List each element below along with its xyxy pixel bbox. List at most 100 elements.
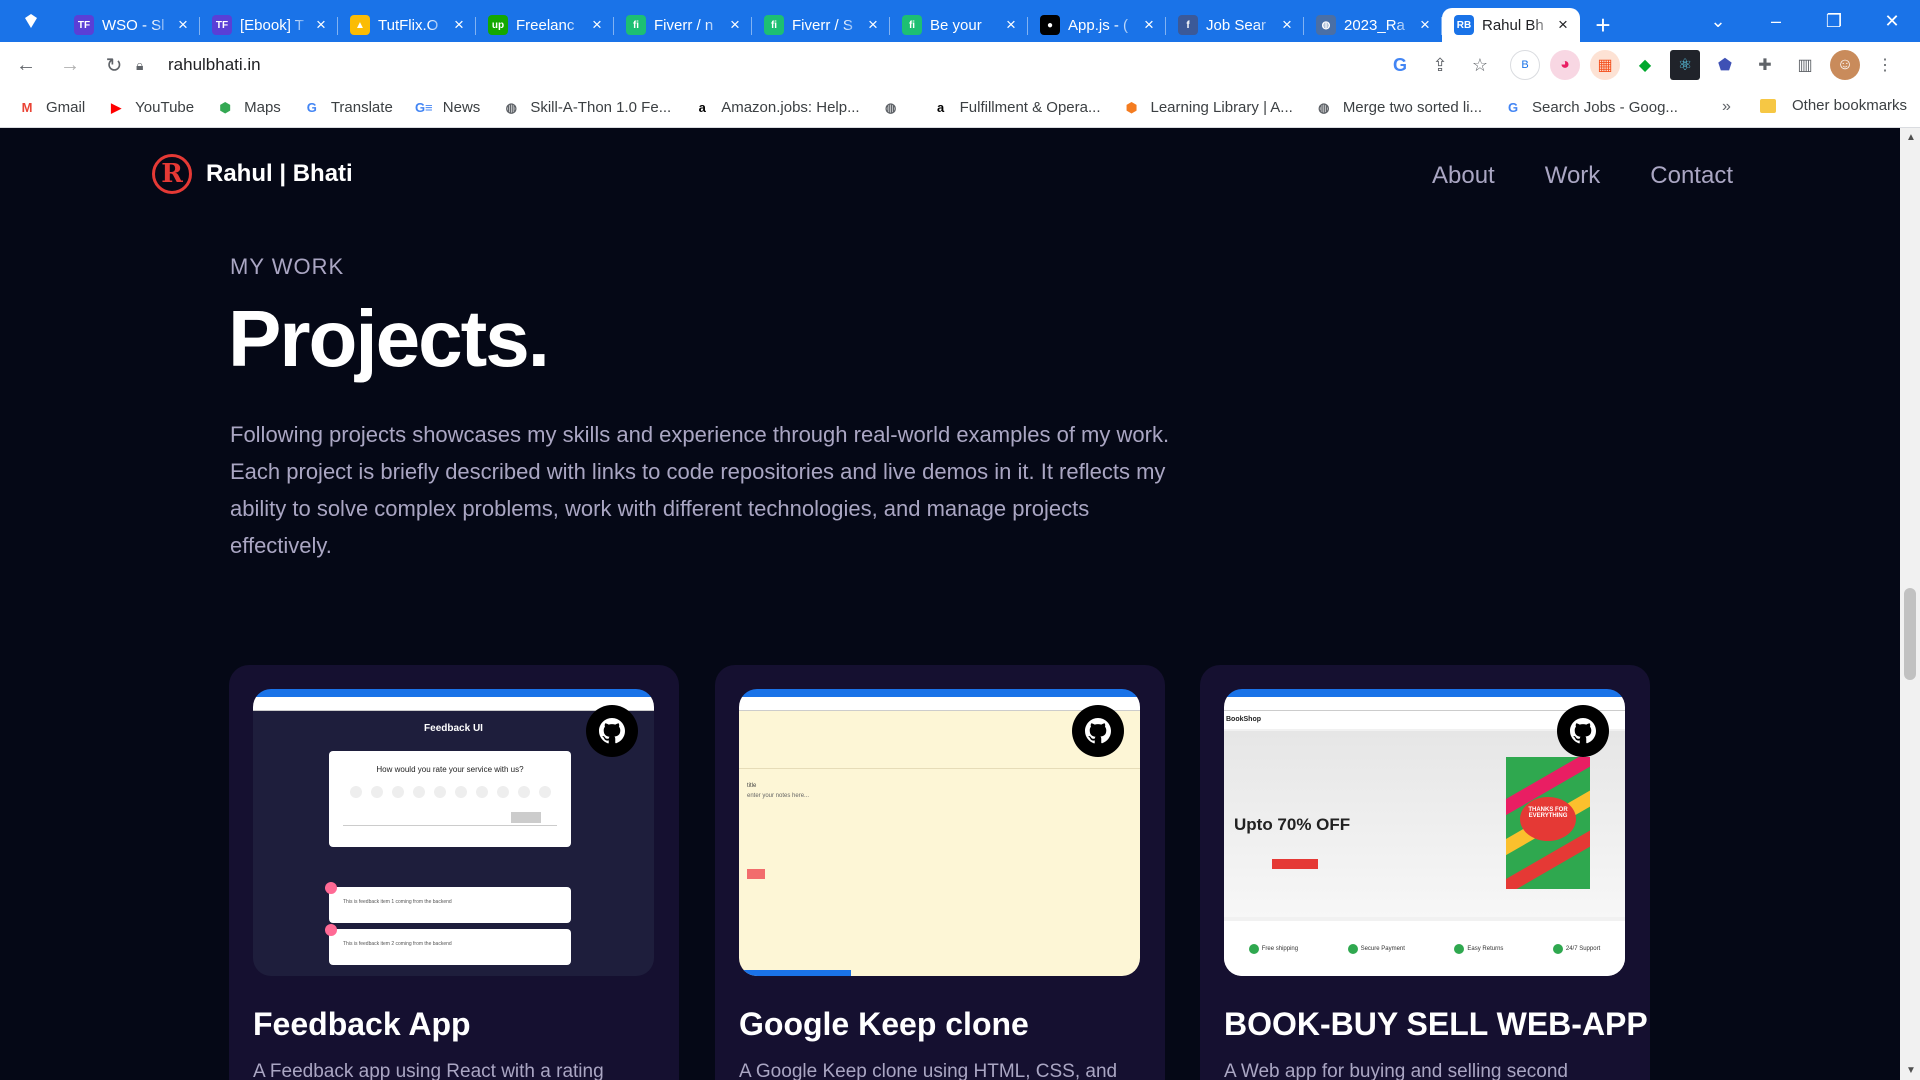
bookmark-item[interactable]: G≡ News [415,99,480,117]
tab-close-icon[interactable]: × [1140,15,1158,35]
nav-contact-link[interactable]: Contact [1650,162,1733,190]
preview-feature: Free shipping [1261,945,1299,952]
bookmark-star-icon[interactable]: ☆ [1465,50,1495,80]
extensions-puzzle-icon[interactable]: ✚ [1750,50,1780,80]
project-thumbnail[interactable]: title enter your notes here... [739,689,1140,976]
browser-tab[interactable]: fi Be your × [890,8,1028,42]
github-link-icon[interactable] [586,705,638,757]
tab-title: Job Sear [1206,16,1267,34]
preview-feature: 24/7 Support [1565,945,1601,952]
project-title: Google Keep clone [739,1006,1029,1042]
tab-search-icon[interactable] [0,0,62,42]
browser-tab[interactable]: up Freelanc × [476,8,614,42]
new-tab-button[interactable]: + [1580,8,1626,42]
bookmark-item[interactable]: ▶ YouTube [107,99,194,117]
restore-button[interactable]: ❐ [1806,0,1862,42]
browser-tab[interactable]: f Job Sear × [1166,8,1304,42]
other-bookmarks[interactable]: Other bookmarks [1760,97,1907,114]
bookmark-item[interactable]: G Search Jobs - Goog... [1504,99,1678,117]
browser-tab[interactable]: fi Fiverr / S × [752,8,890,42]
profile-avatar[interactable]: ☺ [1830,50,1860,80]
bookmark-item[interactable]: ◍ Merge two sorted li... [1315,99,1482,117]
project-card-book-buy-sell[interactable]: BookShop Upto 70% OFF THANKS FOR EVERYTH… [1200,665,1650,1080]
close-window-button[interactable]: ✕ [1864,0,1920,42]
tab-close-icon[interactable]: × [174,15,192,35]
tab-close-icon[interactable]: × [588,15,606,35]
tab-title: Rahul Bh [1482,16,1544,34]
google-icon: G [1507,100,1519,115]
bookmarks-overflow-icon[interactable]: » [1722,98,1731,116]
google-lens-icon[interactable]: G [1385,50,1415,80]
tab-close-icon[interactable]: × [312,15,330,35]
browser-tab[interactable]: ▲ TutFlix.O × [338,8,476,42]
tab-close-icon[interactable]: × [450,15,468,35]
other-bookmarks-label: Other bookmarks [1792,97,1908,114]
project-description: A Web app for buying and selling second [1224,1061,1568,1080]
preview-offer: Upto 70% OFF [1234,815,1351,834]
project-card-google-keep-clone[interactable]: title enter your notes here... Google Ke… [715,665,1165,1080]
extension-chart-icon[interactable]: ▦ [1590,50,1620,80]
reload-button[interactable]: ↻ [96,47,132,83]
section-intro: Following projects showcases my skills a… [230,422,1170,558]
share-icon[interactable]: ⇪ [1425,50,1455,80]
tab-favicon-icon: RB [1454,15,1474,35]
project-thumbnail[interactable]: Feedback UI How would you rate your serv… [253,689,654,976]
bookmark-item[interactable]: M Gmail [18,99,86,117]
gmail-icon: M [21,100,33,115]
preview-note-title: title [747,783,757,789]
tab-title: Freelanc [516,16,575,34]
site-logo[interactable]: R Rahul | Bhati [152,154,353,194]
extension-b-icon[interactable]: B [1510,50,1540,80]
browser-tab[interactable]: ● App.js - ( × [1028,8,1166,42]
globe-icon: ◍ [505,99,517,115]
back-button[interactable]: ← [8,47,44,83]
tab-search-dropdown-icon[interactable]: ⌄ [1690,0,1746,42]
tab-close-icon[interactable]: × [1002,15,1020,35]
globe-icon: ◍ [884,99,897,115]
nav-about-link[interactable]: About [1432,162,1495,190]
bookmarks-bar: M Gmail ▶ YouTube ⬢ Maps G Translate G≡ News ◍ Skil… [0,88,1920,128]
react-devtools-icon[interactable]: ⚛ [1670,50,1700,80]
bookmark-label: Search Jobs - Goog... [1532,99,1678,116]
browser-tab[interactable]: ◍ 2023_Ra × [1304,8,1442,42]
browser-tab[interactable]: fi Fiverr / n × [614,8,752,42]
scroll-down-arrow-icon[interactable]: ▼ [1906,1065,1916,1076]
minimize-button[interactable]: – [1748,0,1804,42]
github-link-icon[interactable] [1557,705,1609,757]
tab-favicon-icon: ● [1040,15,1060,35]
github-link-icon[interactable] [1072,705,1124,757]
browser-tab[interactable]: RB Rahul Bh × [1442,8,1580,42]
tab-close-icon[interactable]: × [1554,15,1572,35]
bookmark-item[interactable]: a Amazon.jobs: Help... [693,99,860,117]
bookmark-item[interactable]: ⬢ Learning Library | A... [1123,99,1293,117]
globe-icon: ◍ [1318,99,1330,115]
project-card-feedback-app[interactable]: Feedback UI How would you rate your serv… [229,665,679,1080]
side-panel-icon[interactable]: ▥ [1790,50,1820,80]
amazon-icon: a [936,100,945,115]
tab-close-icon[interactable]: × [1416,15,1434,35]
scroll-up-arrow-icon[interactable]: ▲ [1906,132,1916,143]
bookmark-item[interactable]: ⬢ Maps [216,99,280,117]
bookmark-item[interactable]: a Fulfillment & Opera... [932,99,1101,117]
browser-tab[interactable]: TF WSO - Sl × [62,8,200,42]
bookmark-item[interactable]: ◍ Skill-A-Thon 1.0 Fe... [502,99,672,117]
project-thumbnail[interactable]: BookShop Upto 70% OFF THANKS FOR EVERYTH… [1224,689,1625,976]
youtube-icon: ▶ [111,99,122,115]
page-scrollbar[interactable]: ▲ ▼ [1900,128,1920,1080]
tab-close-icon[interactable]: × [1278,15,1296,35]
forward-button[interactable]: → [52,47,88,83]
tab-title: App.js - ( [1068,16,1129,34]
extension-brain-icon[interactable]: ◕ [1550,50,1580,80]
tab-close-icon[interactable]: × [726,15,744,35]
scroll-thumb[interactable] [1904,588,1916,680]
bookmark-label: Skill-A-Thon 1.0 Fe... [530,99,672,116]
nav-work-link[interactable]: Work [1545,162,1601,190]
bookmark-item[interactable]: ◍ [882,99,910,117]
evernote-icon[interactable]: ◆ [1630,50,1660,80]
address-bar[interactable]: 🔒︎ rahulbhati.in [136,47,1406,83]
tab-close-icon[interactable]: × [864,15,882,35]
extension-badge-icon[interactable]: ⬟ [1710,50,1740,80]
menu-kebab-icon[interactable]: ⋮ [1870,50,1900,80]
bookmark-item[interactable]: G Translate [303,99,393,117]
browser-tab[interactable]: TF [Ebook] T × [200,8,338,42]
